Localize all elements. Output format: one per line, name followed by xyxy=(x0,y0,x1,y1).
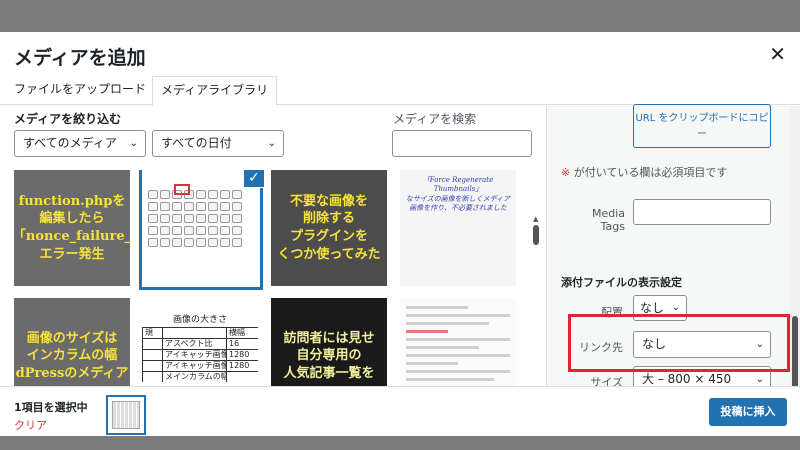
align-value: なし xyxy=(640,301,665,315)
table-image-cell: 16 xyxy=(226,339,258,349)
date-filter-value: すべての日付 xyxy=(161,136,232,150)
table-image-cell: 1280 xyxy=(226,361,258,371)
media-tags-input[interactable] xyxy=(633,199,771,225)
tab-bar: ファイルをアップロード メディアライブラリ xyxy=(0,76,800,106)
tab-upload-files[interactable]: ファイルをアップロード xyxy=(6,76,154,105)
table-image-cell xyxy=(226,372,258,382)
media-type-value: すべてのメディア xyxy=(23,136,117,150)
media-modal: メディアを追加 ✕ ファイルをアップロード メディアライブラリ メディアを絞り込… xyxy=(0,32,800,436)
copy-url-button[interactable]: URL をクリップボードにコピー xyxy=(633,104,771,148)
table-image: 画像の大きさ 規 横幅 アスペクト比 16 アイキャッチ画像 1280 アイキャッチ画… xyxy=(142,312,258,382)
tab-media-library[interactable]: メディアライブラリ xyxy=(152,76,278,106)
thumbnail-caption: function.phpを 編集したら 「nonce_failure_ エラー発… xyxy=(14,193,130,262)
selected-media-thumbnail[interactable] xyxy=(106,395,146,435)
scrollbar-thumb[interactable] xyxy=(792,316,798,396)
media-grid: function.phpを 編集したら 「nonce_failure_ エラー発… xyxy=(0,170,546,420)
media-thumbnail[interactable]: 「Force Regenerate Thumbnails」 なサイズの画像を新し… xyxy=(400,170,516,286)
required-mark: ※ xyxy=(561,166,571,179)
selection-count: 1項目を選択中 xyxy=(14,401,88,414)
table-image-cell: 1280 xyxy=(226,350,258,360)
media-thumbnail[interactable]: function.phpを 編集したら 「nonce_failure_ エラー発… xyxy=(14,170,130,286)
grid-scrollbar[interactable]: ▲ ▼ xyxy=(532,215,540,415)
table-image-title: 画像の大きさ xyxy=(172,315,227,325)
table-image-header: 横幅 xyxy=(226,328,258,338)
modal-title: メディアを追加 xyxy=(14,47,146,69)
table-image-cell: アイキャッチ画像 xyxy=(162,361,226,371)
chevron-down-icon: ⌄ xyxy=(129,138,138,149)
table-image-cell: アスペクト比 xyxy=(162,339,226,349)
table-image-cell: メインカラムの幅 xyxy=(162,372,226,382)
required-note-text: が付いている欄は必須項目です xyxy=(573,166,728,179)
close-icon[interactable]: ✕ xyxy=(769,42,786,66)
chevron-down-icon: ⌄ xyxy=(267,138,276,149)
size-value: 大 – 800 × 450 xyxy=(642,372,732,386)
media-toolbar: メディアを絞り込む すべてのメディア ⌄ すべての日付 ⌄ メディアを検索 xyxy=(0,106,546,162)
search-label: メディアを検索 xyxy=(393,112,477,126)
selection-frame xyxy=(139,170,263,290)
media-footer: 1項目を選択中 クリア 投稿に挿入 xyxy=(0,386,800,436)
checkmark-icon[interactable]: ✓ xyxy=(243,170,265,188)
annotation-highlight-box xyxy=(568,314,790,372)
document-image xyxy=(406,306,510,394)
search-input[interactable] xyxy=(392,130,532,157)
sidebar-scrollbar[interactable]: ▼ xyxy=(790,106,800,416)
table-image-cell: アイキャッチ画像 xyxy=(162,350,226,360)
date-filter[interactable]: すべての日付 ⌄ xyxy=(152,130,284,157)
display-settings-title: 添付ファイルの表示設定 xyxy=(561,276,682,289)
required-note: ※ が付いている欄は必須項目です xyxy=(561,164,727,180)
scrollbar-thumb[interactable] xyxy=(533,225,539,245)
media-thumbnail[interactable]: 不要な画像を 削除する プラグインを くつか使ってみた xyxy=(271,170,387,286)
thumbnail-caption: 不要な画像を 削除する プラグインを くつか使ってみた xyxy=(277,193,381,262)
arrow-up-icon[interactable]: ▲ xyxy=(533,215,538,223)
thumbnail-caption: 「Force Regenerate Thumbnails」 なサイズの画像を新し… xyxy=(405,176,511,213)
table-image-side: 規 xyxy=(142,328,162,338)
attachment-details-sidebar: URL をクリップボードにコピー ※ が付いている欄は必須項目です Media … xyxy=(546,104,800,418)
insert-into-post-button[interactable]: 投稿に挿入 xyxy=(709,398,787,426)
clear-selection-link[interactable]: クリア xyxy=(14,417,47,433)
media-type-filter[interactable]: すべてのメディア ⌄ xyxy=(14,130,146,157)
media-tags-label: Media Tags xyxy=(591,207,625,233)
filter-label: メディアを絞り込む xyxy=(14,112,122,126)
